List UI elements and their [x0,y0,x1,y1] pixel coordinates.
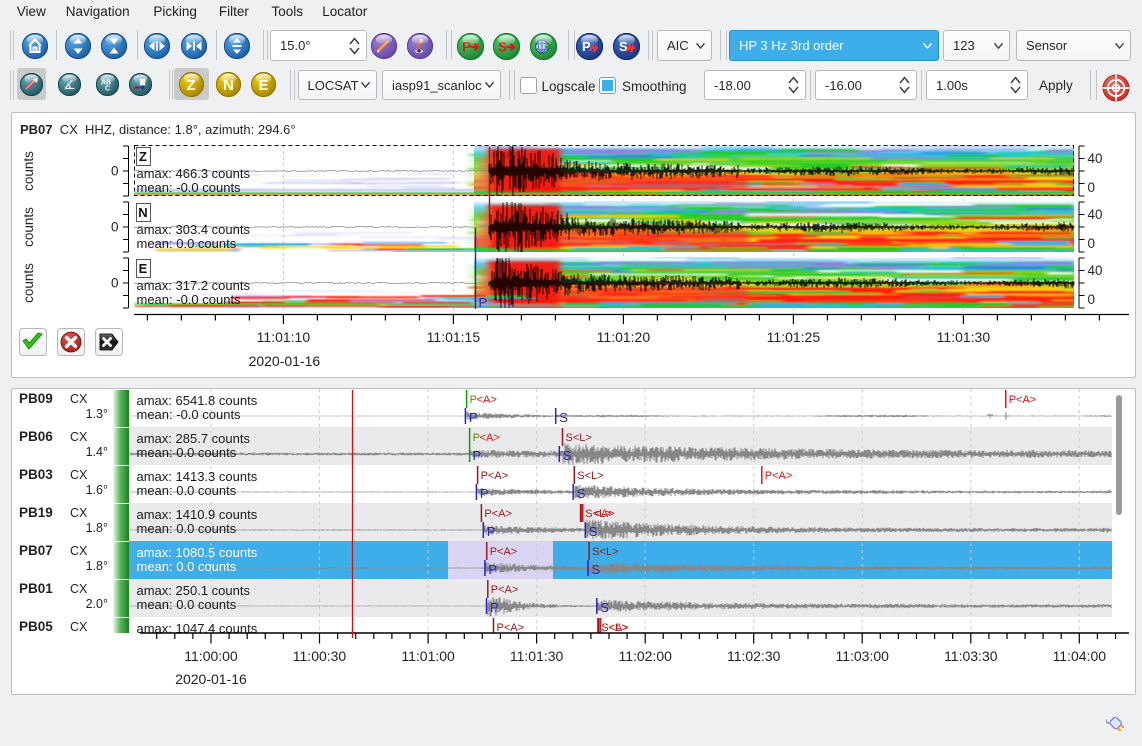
svg-text:0: 0 [1088,292,1096,307]
svg-text:40: 40 [1088,207,1103,222]
svg-text:0: 0 [1088,180,1096,195]
svg-text:0: 0 [111,276,119,291]
svg-text:0: 0 [111,164,119,179]
svg-text:40: 40 [1088,263,1103,278]
svg-text:40: 40 [1088,151,1103,166]
svg-text:0: 0 [1088,236,1096,251]
svg-text:P: P [479,295,488,310]
svg-text:0: 0 [111,220,119,235]
